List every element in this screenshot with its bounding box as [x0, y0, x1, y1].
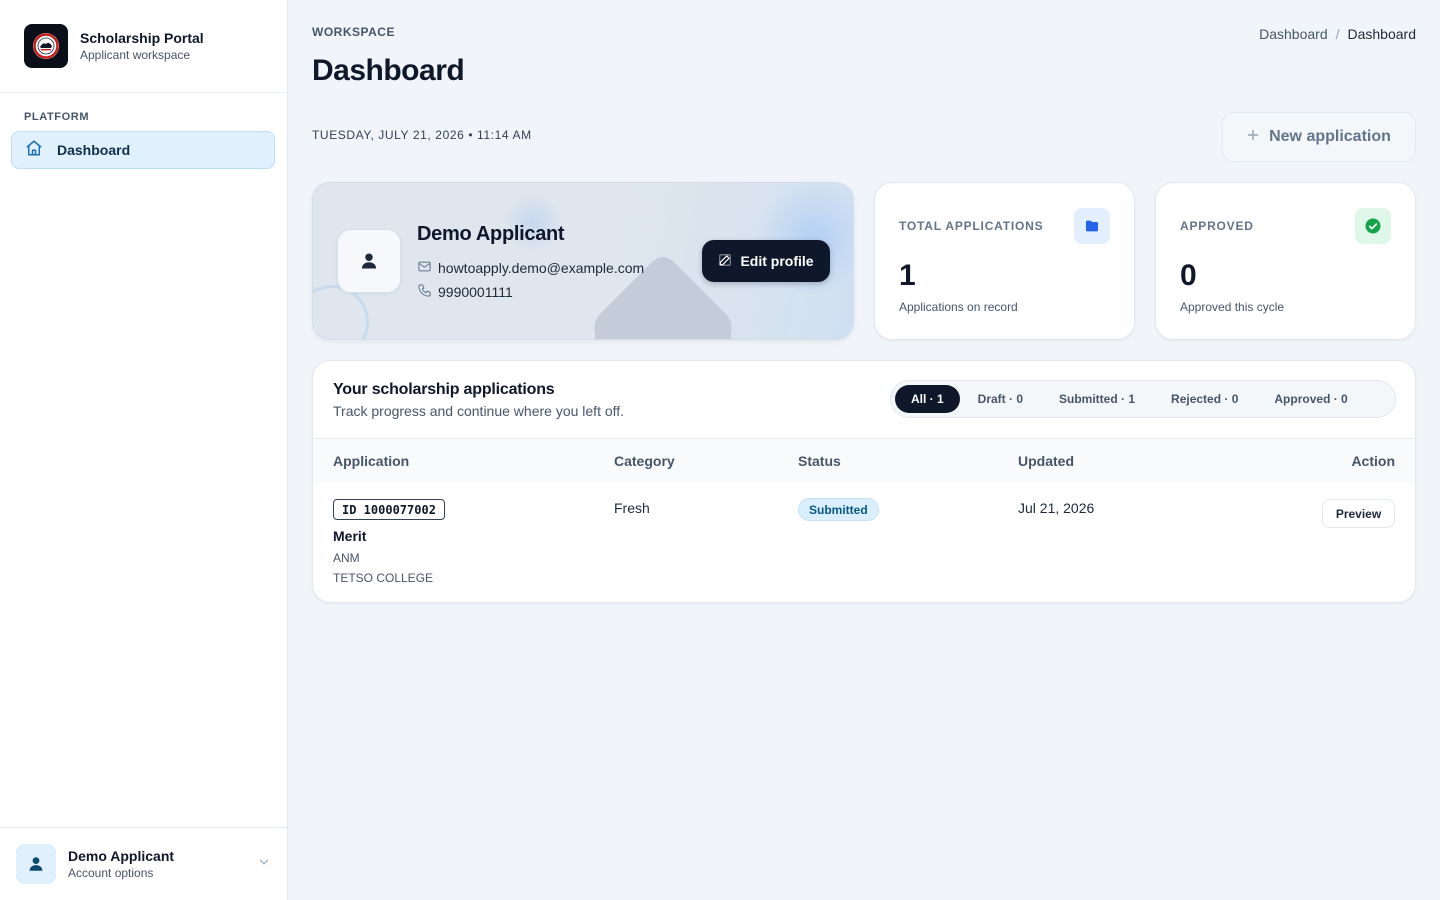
column-header-updated: Updated	[1018, 453, 1074, 469]
preview-button[interactable]: Preview	[1322, 499, 1395, 528]
stat-label: TOTAL APPLICATIONS	[899, 219, 1044, 233]
status-filter-tabs: All · 1 Draft · 0 Submitted · 1 Rejected…	[890, 380, 1396, 418]
breadcrumb-current: Dashboard	[1347, 26, 1417, 42]
emblem-logo-icon	[24, 24, 68, 68]
edit-profile-button[interactable]: Edit profile	[702, 240, 830, 282]
application-category: Fresh	[614, 500, 650, 516]
column-header-action: Action	[1351, 453, 1395, 469]
filter-draft[interactable]: Draft · 0	[960, 385, 1041, 413]
sidebar-item-dashboard[interactable]: Dashboard	[11, 131, 275, 169]
mail-icon	[417, 259, 432, 277]
account-name: Demo Applicant	[68, 847, 175, 864]
profile-name: Demo Applicant	[417, 223, 565, 245]
chevron-down-icon[interactable]	[257, 855, 271, 874]
folder-icon	[1074, 208, 1110, 244]
decorative-ring	[313, 285, 369, 339]
profile-email-row: howtoapply.demo@example.com	[417, 259, 644, 277]
filter-all[interactable]: All · 1	[895, 385, 960, 413]
page-eyebrow: WORKSPACE	[312, 25, 395, 39]
section-title: Your scholarship applications	[333, 381, 555, 398]
breadcrumb-separator: /	[1335, 26, 1340, 42]
avatar	[16, 844, 56, 884]
column-header-category: Category	[614, 453, 675, 469]
edit-profile-label: Edit profile	[740, 253, 814, 269]
brand: Scholarship Portal Applicant workspace	[0, 0, 287, 93]
applications-card: Your scholarship applications Track prog…	[312, 360, 1416, 603]
application-college: TETSO COLLEGE	[333, 571, 434, 585]
new-application-label: New application	[1269, 128, 1391, 145]
phone-icon	[417, 283, 432, 301]
profile-email: howtoapply.demo@example.com	[438, 260, 645, 276]
profile-card: Demo Applicant howtoapply.demo@example.c…	[312, 182, 854, 340]
user-icon	[361, 253, 377, 269]
sidebar-item-label: Dashboard	[57, 142, 131, 158]
profile-phone-row: 9990001111	[417, 283, 513, 301]
stat-value: 0	[1180, 259, 1197, 292]
stat-value: 1	[899, 259, 916, 292]
status-badge: Submitted	[798, 498, 879, 521]
filter-approved[interactable]: Approved · 0	[1256, 385, 1365, 413]
account-subtitle: Account options	[68, 865, 154, 880]
column-header-application: Application	[333, 453, 410, 469]
user-icon	[29, 857, 43, 871]
edit-icon	[718, 253, 732, 270]
section-subtitle: Track progress and continue where you le…	[333, 403, 625, 419]
application-id-chip: ID 1000077002	[333, 499, 445, 520]
filter-submitted[interactable]: Submitted · 1	[1041, 385, 1153, 413]
page-title: Dashboard	[312, 54, 465, 87]
stat-card-total-applications: TOTAL APPLICATIONS 1 Applications on rec…	[874, 182, 1135, 340]
sidebar: Scholarship Portal Applicant workspace P…	[0, 0, 288, 900]
stat-card-approved: APPROVED 0 Approved this cycle	[1155, 182, 1416, 340]
table-header: Application Category Status Updated Acti…	[313, 438, 1415, 482]
stat-label: APPROVED	[1180, 219, 1254, 233]
filter-rejected[interactable]: Rejected · 0	[1153, 385, 1256, 413]
breadcrumb-link-dashboard[interactable]: Dashboard	[1259, 26, 1328, 42]
brand-subtitle: Applicant workspace	[80, 47, 191, 62]
home-icon	[25, 139, 43, 162]
breadcrumb: Dashboard / Dashboard	[1259, 26, 1416, 42]
application-updated: Jul 21, 2026	[1018, 500, 1095, 516]
profile-avatar	[337, 229, 401, 293]
new-application-button[interactable]: New application	[1222, 112, 1416, 162]
profile-phone: 9990001111	[438, 284, 513, 300]
nav-section-label: PLATFORM	[24, 111, 90, 123]
application-course: ANM	[333, 551, 360, 565]
stat-subtext: Applications on record	[899, 300, 1018, 314]
check-circle-icon	[1355, 208, 1391, 244]
application-scheme: Merit	[333, 528, 367, 544]
brand-title: Scholarship Portal	[80, 29, 204, 46]
stat-subtext: Approved this cycle	[1180, 300, 1285, 314]
column-header-status: Status	[798, 453, 841, 469]
account-menu[interactable]: Demo Applicant Account options	[0, 827, 287, 900]
current-datetime: TUESDAY, JULY 21, 2026 • 11:14 AM	[312, 128, 532, 142]
plus-icon	[1247, 128, 1259, 146]
